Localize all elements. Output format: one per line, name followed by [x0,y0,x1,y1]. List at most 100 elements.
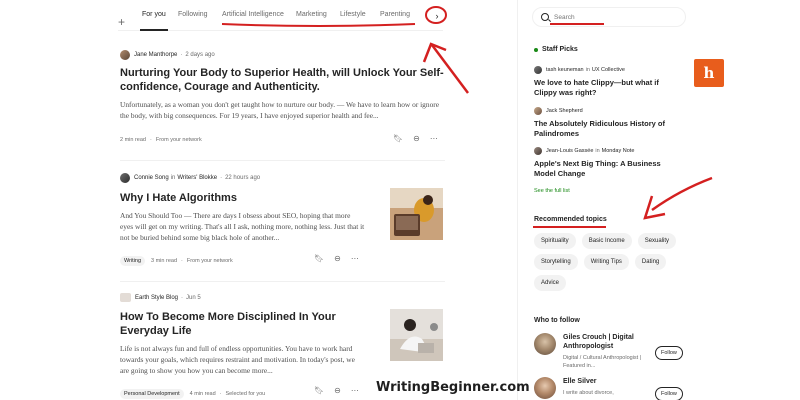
tab-following[interactable]: Following [178,11,208,18]
bookmark-icon[interactable]: 🔖︎ [314,386,324,395]
publication-name[interactable]: Monday Note [602,148,635,154]
author-avatar[interactable] [120,173,130,183]
post-time: 22 hours ago [225,175,261,181]
article-source: Selected for you [225,391,266,397]
more-icon[interactable]: ⋯ [351,254,359,263]
sidebar: Staff Picks tash keuneman in UX Collecti… [517,0,800,400]
author-avatar[interactable] [534,66,542,74]
article-excerpt[interactable]: Unfortunately, as a woman you don't get … [120,99,445,121]
article-title[interactable]: How To Become More Disciplined In Your E… [120,310,375,338]
publication-name[interactable]: UX Collective [592,67,625,73]
byline-separator: · [180,52,183,58]
article-divider [120,281,445,282]
author-avatar[interactable] [120,50,130,60]
user-avatar[interactable] [534,333,556,355]
user-name[interactable]: Elle Silver [563,377,653,386]
in-word: in [170,175,176,181]
article-source: From your network [155,137,202,143]
read-time: 2 min read [120,137,146,143]
follow-button[interactable]: Follow [655,387,683,400]
tab-parenting[interactable]: Parenting [380,11,410,18]
search-box[interactable] [532,7,686,27]
article-meta: Personal Development 4 min read · Select… [120,389,265,399]
author-name[interactable]: tash keuneman [546,67,584,73]
article-actions: 🔖︎ ⊖ ⋯ [393,134,517,143]
article-title[interactable]: Nurturing Your Body to Superior Health, … [120,66,445,94]
who-to-follow-heading: Who to follow [534,317,580,324]
staff-pick-item[interactable]: Jack Shepherd The Absolutely Ridiculous … [534,107,674,139]
article-card[interactable]: Earth Style Blog · Jun 5 How To Become M… [120,293,445,376]
see-full-list-link[interactable]: See the full list [534,188,570,194]
recommended-topics-heading: Recommended topics [534,216,607,223]
chevron-right-icon[interactable]: › [428,9,446,23]
article-thumbnail[interactable] [390,309,443,361]
article-byline: Connie Song in Writers' Blokke · 22 hour… [120,173,445,183]
article-divider [120,160,445,161]
plus-icon[interactable]: + [118,7,125,37]
article-thumbnail[interactable] [390,188,443,240]
follow-button[interactable]: Follow [655,346,683,360]
pick-title[interactable]: We love to hate Clippy—but what if Clipp… [534,78,676,98]
post-time: Jun 5 [186,294,201,301]
author-name[interactable]: Jane Manthorpe [134,52,177,58]
topic-pill[interactable]: Advice [534,275,567,291]
pick-byline: Jean-Louis Gassée in Monday Note [534,147,674,155]
topic-chip[interactable]: Personal Development [120,389,184,399]
topic-pill[interactable]: Sexuality [637,233,677,249]
topic-list: Spirituality Basic Income Sexuality Stor… [534,233,704,291]
topic-pill[interactable]: Writing Tips [583,254,629,270]
tab-for-you[interactable]: For you [142,11,166,18]
article-card[interactable]: Connie Song in Writers' Blokke · 22 hour… [120,173,445,243]
in-word: in [585,67,590,73]
staff-picks-title: Staff Picks [542,46,578,53]
pick-title[interactable]: Apple's Next Big Thing: A Business Model… [534,159,682,179]
meta-separator: · [150,137,152,143]
minus-circle-icon[interactable]: ⊖ [334,254,341,263]
tab-marketing[interactable]: Marketing [296,11,327,18]
pick-title[interactable]: The Absolutely Ridiculous History of Pal… [534,119,666,139]
user-bio: I write about divorce, [563,390,614,396]
author-name[interactable]: Connie Song [134,175,169,181]
home-feed: + For you Following Artificial Intellige… [0,0,517,400]
article-meta: 2 min read · From your network [120,137,202,143]
author-name[interactable]: Jack Shepherd [546,108,583,114]
publication-name[interactable]: Writers' Blokke [177,175,217,181]
pick-byline: tash keuneman in UX Collective [534,66,674,74]
byline-separator: · [220,175,223,181]
green-dot-icon [534,47,538,52]
minus-circle-icon[interactable]: ⊖ [413,134,420,143]
meta-separator: · [181,258,183,264]
notification-badge[interactable]: h [694,59,724,87]
more-icon[interactable]: ⋯ [351,386,359,395]
minus-circle-icon[interactable]: ⊖ [334,386,341,395]
user-avatar[interactable] [534,377,556,399]
topic-pill[interactable]: Storytelling [534,254,578,270]
topic-chip[interactable]: Writing [120,256,146,266]
staff-pick-item[interactable]: tash keuneman in UX Collective We love t… [534,66,674,98]
article-byline: Earth Style Blog · Jun 5 [120,293,445,302]
bookmark-icon[interactable]: 🔖︎ [314,254,324,263]
topic-pill[interactable]: Dating [634,254,667,270]
author-name[interactable]: Earth Style Blog [135,295,178,301]
topic-pill[interactable]: Spirituality [534,233,576,249]
tab-lifestyle[interactable]: Lifestyle [340,11,366,18]
author-name[interactable]: Jean-Louis Gassée [546,148,593,154]
article-title[interactable]: Why I Hate Algorithms [120,191,380,205]
byline-separator: · [181,294,184,301]
author-avatar[interactable] [534,107,542,115]
author-avatar[interactable] [534,147,542,155]
in-word: in [595,148,600,154]
article-excerpt[interactable]: Life is not always fun and full of endle… [120,343,365,376]
user-name[interactable]: Giles Crouch | Digital Anthropologist [563,333,653,351]
article-byline: Jane Manthorpe · 2 days ago [120,50,445,60]
bookmark-icon[interactable]: 🔖︎ [393,134,403,143]
article-card[interactable]: Jane Manthorpe · 2 days ago Nurturing Yo… [120,50,445,121]
publication-logo[interactable] [120,293,131,302]
tab-artificial-intelligence[interactable]: Artificial Intelligence [222,11,284,18]
staff-pick-item[interactable]: Jean-Louis Gassée in Monday Note Apple's… [534,147,674,179]
more-icon[interactable]: ⋯ [430,134,438,143]
search-input[interactable] [554,13,664,21]
article-excerpt[interactable]: And You Should Too — There are days I ob… [120,210,365,243]
topic-pill[interactable]: Basic Income [581,233,632,249]
user-bio: Digital / Cultural Anthropologist | Feat… [563,355,642,369]
